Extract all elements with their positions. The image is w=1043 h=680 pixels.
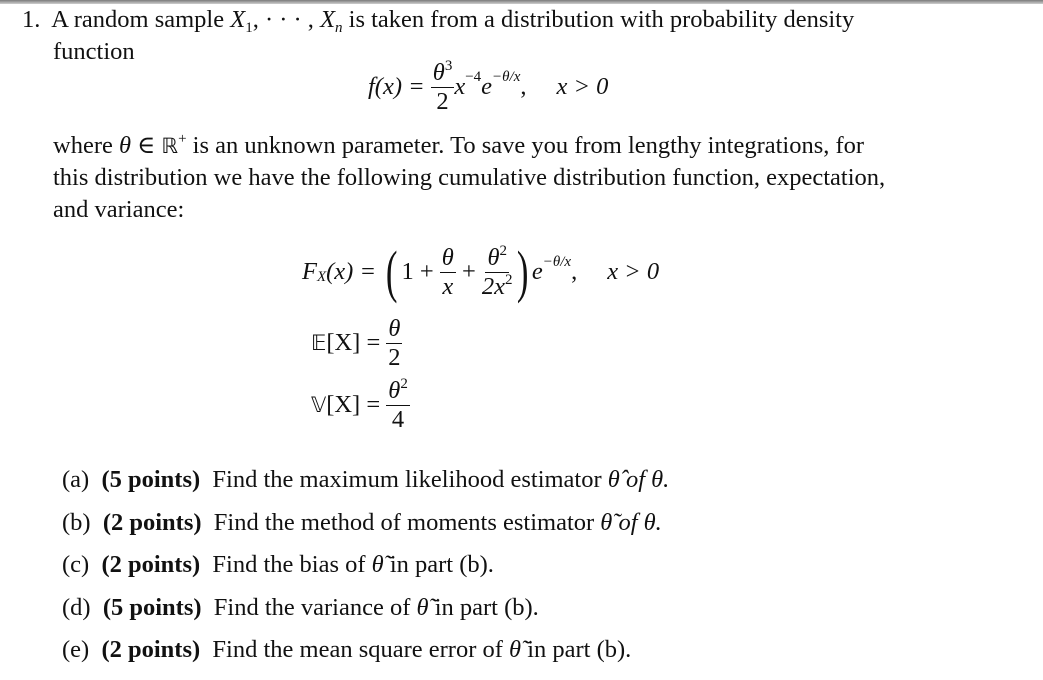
variance-equation: 𝕍 [X] = θ2 4 — [311, 376, 410, 433]
pdf-equation: f(x) = θ3 2 x −4 e −θ/x , x > 0 — [368, 58, 609, 115]
paragraph-line3: and variance: — [53, 196, 185, 223]
cdf-fraction-2: θ2 2x2 — [481, 242, 513, 300]
paragraph-line2: this distribution we have the following … — [53, 164, 886, 191]
part-item: (c) (2 points) Find the bias of θ̃ in pa… — [62, 551, 494, 578]
cdf-equation: F X (x) = ( 1 + θ x + θ2 2x2 ) e −θ/x , x >… — [302, 239, 660, 304]
paragraph-line1: where θ ∈ ℝ+ is an unknown parameter. To… — [53, 131, 865, 159]
cdf-fraction-1: θ x — [439, 243, 456, 300]
pdf-fraction: θ3 2 — [430, 58, 455, 115]
part-item: (a) (5 points) Find the maximum likeliho… — [62, 466, 670, 493]
part-item: (d) (5 points) Find the variance of θ̃ i… — [62, 594, 539, 621]
top-border — [0, 0, 1043, 4]
problem-number: 1. — [22, 6, 41, 33]
problem-intro-line2: function — [53, 38, 135, 65]
part-item: (e) (2 points) Find the mean square erro… — [62, 636, 632, 663]
expectation-equation: 𝔼 [X] = θ 2 — [311, 315, 403, 371]
part-item: (b) (2 points) Find the method of moment… — [62, 509, 662, 536]
problem-intro-line1: 1. A random sample X1, · · · , Xn is tak… — [22, 6, 855, 36]
expectation-fraction: θ 2 — [386, 315, 403, 371]
variance-fraction: θ2 4 — [386, 376, 410, 433]
